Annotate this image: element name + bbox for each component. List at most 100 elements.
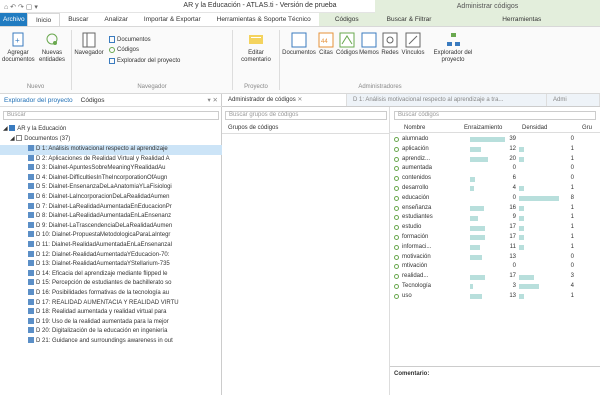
code-row[interactable]: formación171 <box>390 233 600 243</box>
tree-document-item[interactable]: D 16: Posibilidades formativas de la tec… <box>0 289 222 299</box>
quick-access-toolbar[interactable]: ⌂ ↶ ↷ ▢ ▾ <box>4 1 38 12</box>
tree-document-item[interactable]: D 8: Dialnet-LaRealidadAumentadaEnLaEnse… <box>0 212 222 222</box>
code-row[interactable]: Tecnología34 <box>390 282 600 292</box>
project-explorer-button[interactable]: Explorador del proyecto <box>432 32 474 64</box>
tree-documents-group[interactable]: ◢ Documentos (37) <box>0 135 222 145</box>
tree-document-item[interactable]: D 10: Dialnet-PropuestaMetodologicaParaL… <box>0 231 222 241</box>
document-label: D 8: Dialnet-LaRealidadAumentadaEnLaEnse… <box>36 213 171 219</box>
tab-code-manager[interactable]: Administrador de códigos ✕ <box>222 94 347 106</box>
tree-document-item[interactable]: D 13: Dialnet-RealidadAumentadaYStellari… <box>0 260 222 270</box>
group-separator <box>232 30 233 90</box>
tree-document-item[interactable]: D 4: Dialnet-DifficultiesInTheIncorporat… <box>0 174 222 184</box>
code-name: contenidos <box>402 174 452 184</box>
tree-document-item[interactable]: D 21: Guidance and surroundings awarenes… <box>0 337 222 347</box>
col-name[interactable]: Nombre <box>404 123 425 133</box>
code-row[interactable]: contenidos60 <box>390 174 600 184</box>
pane-close-icon[interactable]: ▾ ✕ <box>207 96 222 104</box>
tree-document-item[interactable]: D 18: Realidad aumentada y realidad virt… <box>0 308 222 318</box>
tree-document-item[interactable]: D 1: Análisis motivacional respecto al a… <box>0 145 222 155</box>
document-label: D 15: Percepción de estudiantes de bachi… <box>36 280 171 286</box>
col-density[interactable]: Densidad <box>522 123 547 133</box>
code-row[interactable]: informaci...111 <box>390 243 600 253</box>
manager-quotations-button[interactable]: 44Citas <box>316 32 336 57</box>
code-icon <box>394 284 399 289</box>
manager-networks-button[interactable]: Redes <box>380 32 400 57</box>
tab-codes-explorer[interactable]: Códigos <box>77 97 109 104</box>
document-label: D 1: Análisis motivacional respecto al a… <box>36 146 168 152</box>
tab-home[interactable]: Inicio <box>27 13 60 26</box>
tree-document-item[interactable]: D 3: Dialnet-ApuntesSobreMeaningYRealida… <box>0 164 222 174</box>
tab-close-icon[interactable]: ✕ <box>297 97 302 103</box>
tab-tools[interactable]: Herramientas <box>443 13 600 26</box>
code-row[interactable]: aumentada00 <box>390 164 600 174</box>
tree-document-item[interactable]: D 17: REALIDAD AUMENTACIA Y REALIDAD VIR… <box>0 299 222 309</box>
code-row[interactable]: mtivación00 <box>390 262 600 272</box>
tree-root[interactable]: ◢ AR y la Educación <box>0 125 222 135</box>
density-value: 1 <box>560 233 574 243</box>
manager-codes-button[interactable]: Códigos <box>336 32 358 57</box>
edit-comment-button[interactable]: Editar comentario <box>236 32 276 64</box>
document-label: D 9: Dialnet-LaTrascendenciaDeLaRealidad… <box>36 223 172 229</box>
document-icon <box>28 279 34 285</box>
tree-document-item[interactable]: D 15: Percepción de estudiantes de bachi… <box>0 279 222 289</box>
groundedness-bar <box>470 186 474 191</box>
tree-document-item[interactable]: D 6: Dialnet-LaIncorporacionDeLaRealidad… <box>0 193 222 203</box>
tree-document-item[interactable]: D 2: Aplicaciones de Realidad Virtual y … <box>0 155 222 165</box>
tree-document-item[interactable]: D 12: Dialnet-RealidadAumentadaYEducacio… <box>0 251 222 261</box>
tree-document-item[interactable]: D 11: Dialnet-RealidadAumentadaEnLaEnsen… <box>0 241 222 251</box>
col-groups[interactable]: Gru <box>582 123 592 133</box>
code-row[interactable]: motivación130 <box>390 253 600 263</box>
density-bar <box>519 226 524 231</box>
tree-document-item[interactable]: D 7: Dialnet-LaRealidadAumentadaEnEducac… <box>0 203 222 213</box>
code-row[interactable]: educación08 <box>390 194 600 204</box>
code-row[interactable]: estudiantes91 <box>390 213 600 223</box>
density-bar <box>519 186 524 191</box>
manager-documents-button[interactable]: Documentos <box>282 32 316 57</box>
manager-memos-button[interactable]: Memos <box>358 32 380 57</box>
manager-links-button[interactable]: Vínculos <box>400 32 426 57</box>
tab-analyze[interactable]: Analizar <box>96 13 135 26</box>
tab-search-filter[interactable]: Buscar & Filtrar <box>375 13 444 26</box>
project-explorer-nav-button[interactable]: Explorador del proyecto <box>109 58 180 64</box>
document-label: D 19: Uso de la realidad aumentada para … <box>36 319 169 325</box>
code-row[interactable]: uso131 <box>390 292 600 302</box>
code-row[interactable]: desarrollo41 <box>390 184 600 194</box>
tab-codes[interactable]: Códigos <box>319 13 375 26</box>
code-row[interactable]: enseñanza161 <box>390 204 600 214</box>
navigator-button[interactable]: Navegador <box>72 32 106 57</box>
code-row[interactable]: estudio171 <box>390 223 600 233</box>
code-groups-search-input[interactable]: Buscar grupos de códigos <box>225 111 387 120</box>
tab-file[interactable]: Archivo <box>0 13 27 26</box>
new-entities-button[interactable]: Nuevas entidades <box>36 32 68 64</box>
documents-nav-button[interactable]: Documentos <box>109 36 151 43</box>
code-row[interactable]: alumnado390 <box>390 135 600 145</box>
tab-document-d1[interactable]: D 1: Análisis motivacional respecto al a… <box>347 94 547 106</box>
tree-document-item[interactable]: D 9: Dialnet-LaTrascendenciaDeLaRealidad… <box>0 222 222 232</box>
tab-project-explorer[interactable]: Explorador del proyecto <box>0 97 77 104</box>
add-documents-button[interactable]: + Agregar documentos <box>2 32 34 64</box>
codes-search-input[interactable]: Buscar códigos <box>394 111 596 120</box>
document-icon <box>28 193 34 199</box>
code-row[interactable]: realidad...173 <box>390 272 600 282</box>
tab-tools-support[interactable]: Herramientas & Soporte Técnico <box>209 13 319 26</box>
tree-document-item[interactable]: D 20: Digitalización de la educación en … <box>0 327 222 337</box>
code-row[interactable]: aprendiz...201 <box>390 155 600 165</box>
code-icon <box>394 196 399 201</box>
document-icon <box>28 289 34 295</box>
code-icon <box>394 157 399 162</box>
document-icon <box>28 251 34 257</box>
code-row[interactable]: aplicación121 <box>390 145 600 155</box>
tab-import-export[interactable]: Importar & Exportar <box>136 13 209 26</box>
explorer-search-input[interactable]: Buscar <box>3 111 219 120</box>
tree-document-item[interactable]: D 5: Dialnet-EnsenanzaDeLaAnatomiaYLaFis… <box>0 183 222 193</box>
tree-document-item[interactable]: D 19: Uso de la realidad aumentada para … <box>0 318 222 328</box>
tab-admin-overflow[interactable]: Admi <box>547 94 600 106</box>
col-groundedness[interactable]: Enraizamiento <box>464 123 502 133</box>
document-icon <box>28 308 34 314</box>
groundedness-bar <box>470 177 475 182</box>
document-icon <box>28 174 34 180</box>
tree-document-item[interactable]: D 14: Eficacia del aprendizaje mediante … <box>0 270 222 280</box>
codes-nav-button[interactable]: Códigos <box>109 47 139 53</box>
codes-panel: Buscar códigos Nombre Enraizamiento Dens… <box>390 107 600 395</box>
tab-search[interactable]: Buscar <box>60 13 96 26</box>
